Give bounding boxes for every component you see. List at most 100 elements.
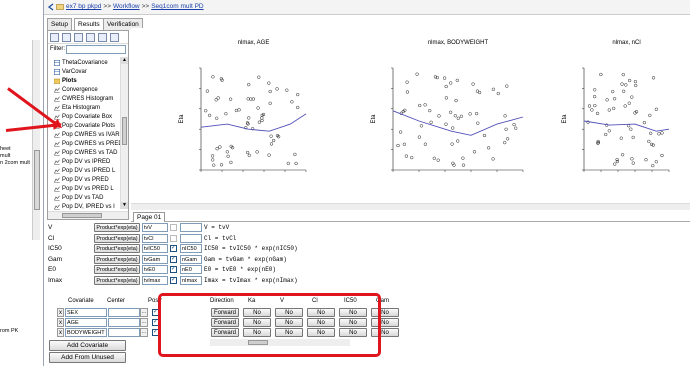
plots-scrollbar[interactable] — [131, 203, 690, 210]
data-point — [514, 126, 518, 130]
parameter-typical-field[interactable]: tvV — [142, 223, 168, 232]
tree-item[interactable]: Pop CWRES vs IVAR — [54, 131, 120, 140]
left-pane-scrollbar[interactable] — [32, 40, 40, 240]
parameter-style-button[interactable]: Product*exp(eta) — [94, 233, 140, 243]
tree-item[interactable]: CWRES Histogram — [54, 95, 120, 104]
data-point — [437, 114, 441, 118]
data-point — [225, 150, 229, 154]
parameter-style-button[interactable]: Product*exp(eta) — [94, 265, 140, 274]
random-effect-checkbox[interactable]: ✓ — [170, 255, 177, 263]
tree-item-label: Pop DV vs TAD — [62, 195, 104, 201]
data-point — [423, 142, 428, 146]
grid-view-icon[interactable] — [50, 33, 59, 42]
covariate-field[interactable]: AGE — [65, 318, 107, 327]
remove-covariate-button[interactable]: x — [57, 318, 64, 327]
data-point — [245, 150, 250, 155]
parameter-eta-field[interactable]: nIC50 — [180, 244, 202, 253]
tree-item[interactable]: Pop CWRES vs PRED — [54, 140, 120, 149]
data-point — [215, 147, 219, 151]
random-effect-checkbox[interactable]: ✓ — [170, 266, 177, 273]
remove-covariate-button[interactable]: x — [57, 308, 64, 317]
expand-all-icon[interactable] — [74, 33, 83, 42]
tree-item-label: Pop DV vs IPRED — [62, 159, 111, 165]
random-effect-checkbox[interactable] — [170, 234, 177, 242]
list-view-icon[interactable] — [62, 33, 71, 42]
parameter-style-button[interactable]: Product*exp(eta) — [94, 254, 140, 264]
tree-item[interactable]: VarCovar — [54, 68, 120, 77]
tab-page-01[interactable]: Page 01 — [133, 212, 166, 222]
browse-button[interactable]: ... — [140, 328, 148, 337]
parameter-style-button[interactable]: Product*exp(eta) — [94, 275, 140, 285]
table-icon — [54, 69, 60, 75]
data-point — [398, 130, 403, 134]
tree-item[interactable]: Eta Histogram — [54, 104, 120, 113]
breadcrumb-link-model[interactable]: Seq1com mult PD — [151, 3, 203, 10]
add-from-unused-button[interactable]: Add From Unused — [49, 352, 126, 363]
parameter-style-button[interactable]: Product*exp(eta) — [94, 244, 140, 253]
filter-icon[interactable] — [110, 33, 119, 42]
center-field[interactable] — [108, 308, 140, 317]
filter-input[interactable] — [66, 45, 126, 54]
covariate-field[interactable]: BODYWEIGHT — [65, 328, 107, 337]
parameter-style-button[interactable]: Product*exp(eta) — [94, 223, 140, 232]
random-effect-checkbox[interactable] — [170, 224, 177, 231]
scroll-thumb[interactable] — [34, 150, 40, 210]
parameter-typical-field[interactable]: tvGam — [142, 254, 168, 264]
parameter-name: Gam — [48, 255, 63, 263]
browse-button[interactable]: ... — [140, 318, 148, 327]
back-icon[interactable] — [47, 3, 55, 11]
tree-item[interactable]: ThetaCovariance — [54, 59, 120, 68]
remove-covariate-button[interactable]: x — [57, 328, 64, 337]
parameter-eta-field[interactable]: nImax — [180, 275, 202, 285]
covariate-field[interactable]: SEX — [65, 308, 107, 317]
plot-icon — [54, 195, 60, 201]
parameter-eta-field[interactable] — [180, 233, 202, 243]
data-point — [607, 129, 611, 133]
data-point — [496, 91, 500, 96]
random-effect-checkbox[interactable]: ✓ — [170, 245, 177, 252]
breadcrumb-link-project[interactable]: ex7 bp pkpd — [66, 3, 101, 10]
tab-setup[interactable]: Setup — [47, 18, 72, 30]
tree-item[interactable]: Pop DV vs TAD — [54, 194, 120, 203]
parameter-eta-field[interactable] — [180, 223, 202, 232]
tree-item[interactable]: Pop DV vs PRED L — [54, 185, 120, 194]
parameter-eta-field[interactable]: nE0 — [180, 265, 202, 274]
parameter-typical-field[interactable]: tvCl — [142, 233, 168, 243]
add-covariate-button[interactable]: Add Covariate — [49, 340, 126, 351]
tree-item[interactable]: Convergence — [54, 86, 120, 95]
data-point — [256, 106, 260, 110]
browse-button[interactable]: ... — [140, 308, 148, 317]
tree-item[interactable]: Pop DV vs IPRED L — [54, 167, 120, 176]
parameter-typical-field[interactable]: tvIC50 — [142, 244, 168, 253]
tree-vertical-scrollbar[interactable]: ▲ ▼ — [120, 57, 128, 209]
center-field[interactable] — [108, 318, 140, 327]
data-point — [505, 137, 510, 141]
data-point — [644, 158, 648, 162]
scroll-down-icon[interactable]: ▼ — [121, 202, 128, 209]
tree-item[interactable]: Pop CWRES vs TAD — [54, 149, 120, 158]
tree-folder[interactable]: Plots — [54, 77, 120, 86]
breadcrumb-link-workflow[interactable]: Workflow — [113, 3, 140, 10]
parameter-typical-field[interactable]: tvE0 — [142, 265, 168, 274]
tree-item[interactable]: Pop DV vs PRED — [54, 176, 120, 185]
center-field[interactable] — [108, 328, 140, 337]
scroll-up-icon[interactable]: ▲ — [121, 57, 128, 64]
data-point — [432, 156, 436, 160]
scroll-thumb[interactable] — [122, 117, 127, 145]
scroll-thumb[interactable] — [62, 213, 102, 218]
data-point — [207, 113, 212, 118]
data-point — [216, 96, 220, 100]
tree-item[interactable]: Pop DV vs IPRED — [54, 158, 120, 167]
data-point — [423, 103, 427, 107]
parameter-typical-field[interactable]: tvImax — [142, 275, 168, 285]
data-point — [503, 114, 507, 118]
random-effect-checkbox[interactable]: ✓ — [170, 276, 177, 284]
tree-item[interactable]: Pop Covariate Box — [54, 113, 120, 122]
collapse-all-icon[interactable] — [86, 33, 95, 42]
data-point — [275, 87, 279, 91]
parameter-eta-field[interactable]: nGam — [180, 254, 202, 264]
data-point — [592, 94, 597, 99]
sort-icon[interactable] — [98, 33, 107, 42]
tree-horizontal-scrollbar[interactable] — [48, 211, 128, 219]
breadcrumb: ex7 bp pkpd >> Workflow >> Seq1com mult PD — [66, 3, 204, 10]
